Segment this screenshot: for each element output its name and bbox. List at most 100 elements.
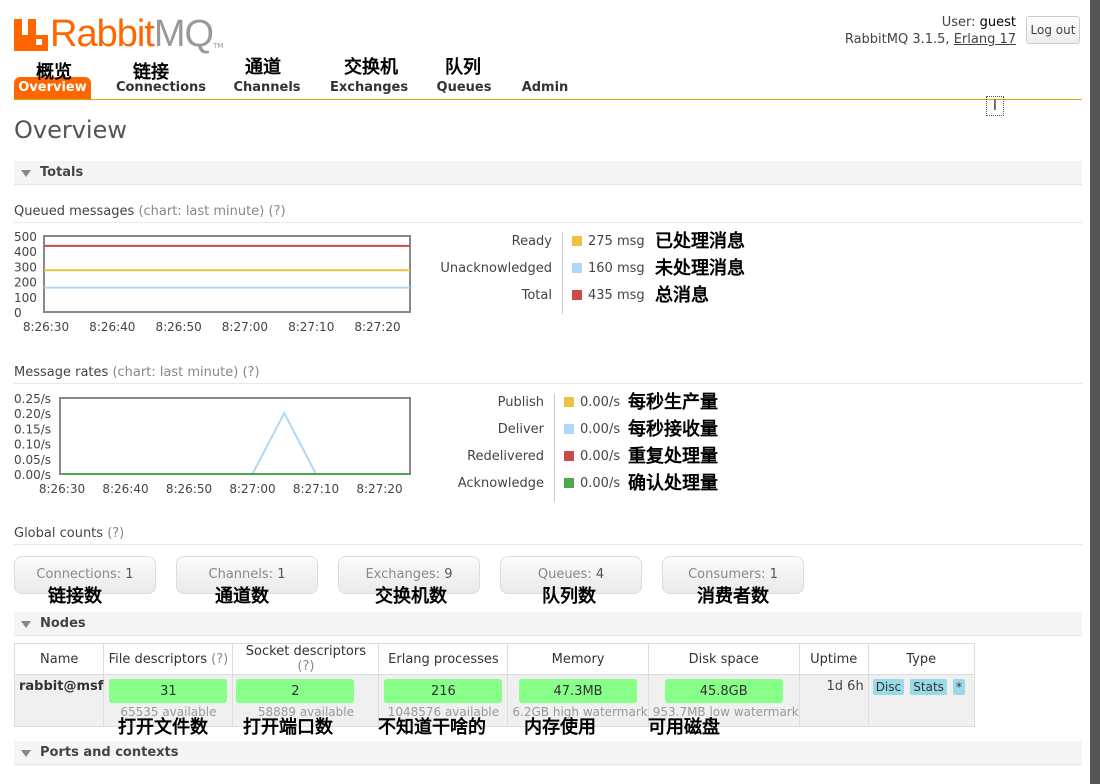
nav-annotation-overview: 概览 [36, 62, 72, 83]
message-rates-heading: Message rates (chart: last minute) (?) [14, 365, 1082, 384]
section-nodes-label: Nodes [40, 616, 86, 631]
queued-help[interactable]: (?) [268, 204, 285, 219]
rates-help[interactable]: (?) [242, 365, 259, 380]
collapse-triangle-icon [21, 621, 31, 628]
rates-legend-label: Publish [497, 394, 544, 410]
rates-legend-label: Deliver [497, 421, 544, 437]
x-tick-label: 8:26:40 [89, 320, 135, 334]
rates-legend-swatch [564, 451, 574, 461]
queued-messages-heading: Queued messages (chart: last minute) (?) [14, 204, 1082, 223]
nav-annotation-queues: 队列 [445, 57, 481, 78]
table-header-row: Name File descriptors (?) Socket descrip… [13, 643, 975, 675]
count-annotation: 消费者数 [697, 586, 769, 607]
logo-text: Rabbit [50, 13, 155, 55]
logo-text-mq: MQ [153, 13, 214, 55]
cell-type: Disc Stats * [867, 674, 975, 727]
rates-legend-value: 0.00/s [580, 475, 621, 491]
queued-legend-value-row: 435 msg [572, 285, 645, 305]
queued-legend-value: 435 msg [588, 287, 645, 303]
col-disk-space: Disk space [647, 643, 800, 675]
count-label: Connections: [36, 567, 122, 582]
type-disc-badge: Disc [872, 679, 905, 695]
sd-help[interactable]: (?) [297, 659, 314, 674]
annotation-fd: 打开文件数 [118, 717, 208, 738]
count-value: 4 [595, 567, 605, 582]
section-nodes[interactable]: Nodes [14, 612, 1082, 636]
queued-title: Queued messages [14, 204, 135, 219]
erlang-link[interactable]: Erlang 17 [954, 32, 1016, 47]
queued-legend-annotation: 总消息 [655, 285, 709, 306]
node-name[interactable]: rabbit@msf [13, 674, 105, 727]
global-title: Global counts [14, 526, 104, 541]
annotation-sd: 打开端口数 [243, 717, 333, 738]
rates-title: Message rates [14, 365, 109, 380]
rabbit-logo-icon [14, 17, 48, 51]
version-text: RabbitMQ 3.1.5, [844, 32, 950, 47]
text-cursor-icon: I [986, 96, 1004, 116]
fd-bar: 31 [109, 679, 228, 703]
col-type: Type [867, 643, 975, 675]
rates-legend-row: Publish [0, 392, 544, 412]
queued-legend-row: Total [0, 285, 552, 305]
global-help[interactable]: (?) [107, 526, 124, 541]
nav-annotation-channels: 通道 [245, 57, 281, 78]
annotation-memory: 内存使用 [524, 717, 596, 738]
rates-legend-value-row: 0.00/s [564, 446, 620, 466]
x-tick-label: 8:26:30 [23, 320, 69, 334]
count-annotation: 通道数 [215, 586, 269, 607]
page-title: Overview [14, 116, 127, 144]
col-erlang-processes: Erlang processes [378, 643, 509, 675]
queued-legend-label: Ready [511, 233, 552, 249]
queued-legend-value-row: 160 msg [572, 258, 645, 278]
rates-legend-value-row: 0.00/s [564, 473, 620, 493]
queued-legend-annotation: 未处理消息 [655, 258, 745, 279]
col-file-descriptors: File descriptors (?) [103, 643, 234, 675]
rates-legend-swatch [564, 424, 574, 434]
type-star-badge: * [953, 679, 966, 695]
rates-legend-swatch [564, 397, 574, 407]
uptime-value: 1d 6h [798, 674, 869, 727]
x-tick-label: 8:27:00 [222, 320, 268, 334]
rates-legend-swatch [564, 478, 574, 488]
queued-legend-row: Unacknowledged [0, 258, 552, 278]
tab-exchanges[interactable]: Exchanges [330, 77, 408, 99]
rates-legend-label: Acknowledge [457, 475, 544, 491]
section-totals[interactable]: Totals [14, 161, 1082, 185]
count-annotation: 链接数 [48, 586, 102, 607]
tab-queues[interactable]: Queues [436, 77, 492, 99]
rates-legend-annotation: 每秒接收量 [628, 419, 718, 440]
col-memory: Memory [507, 643, 649, 675]
user-info: User: guest RabbitMQ 3.1.5, Erlang 17 [845, 14, 1016, 48]
queued-chart-note[interactable]: (chart: last minute) [138, 204, 264, 219]
tab-admin[interactable]: Admin [520, 77, 570, 99]
nav-annotation-exchanges: 交换机 [344, 57, 398, 78]
section-ports-and-contexts[interactable]: Ports and contexts [14, 741, 1082, 765]
x-tick-label: 8:26:50 [155, 320, 201, 334]
logout-button[interactable]: Log out [1026, 16, 1080, 44]
main-nav: Overview Connections Channels Exchanges … [14, 56, 1082, 100]
tab-channels[interactable]: Channels [232, 77, 302, 99]
queued-legend-label: Total [521, 287, 552, 303]
collapse-triangle-icon [21, 750, 31, 757]
col-file-descriptors-label: File descriptors [108, 651, 208, 667]
memory-bar: 47.3MB [519, 679, 638, 703]
queued-legend-value: 160 msg [588, 260, 645, 276]
rates-legend-label: Redelivered [467, 448, 544, 464]
count-label: Queues: [537, 567, 592, 582]
user-label: User: [941, 15, 976, 30]
queued-legend-swatch [572, 263, 582, 273]
sd-bar: 2 [236, 679, 355, 703]
scrollbar[interactable] [1090, 0, 1100, 784]
collapse-triangle-icon [21, 170, 31, 177]
ep-bar: 216 [384, 679, 503, 703]
fd-help[interactable]: (?) [211, 652, 228, 667]
rates-legend-row: Redelivered [0, 446, 544, 466]
rates-legend-value: 0.00/s [580, 394, 621, 410]
rabbitmq-logo: RabbitMQ TM [14, 14, 223, 54]
count-annotation: 队列数 [542, 586, 596, 607]
col-socket-descriptors: Socket descriptors (?) [232, 643, 380, 675]
rates-chart-note[interactable]: (chart: last minute) [112, 365, 238, 380]
queued-legend-value: 275 msg [588, 233, 645, 249]
annotation-disk: 可用磁盘 [648, 717, 720, 738]
col-name: Name [13, 643, 105, 675]
